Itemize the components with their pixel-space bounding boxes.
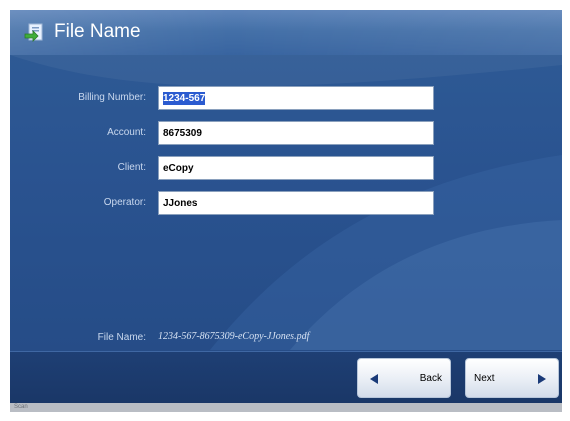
billing-number-value: 1234-567 (163, 91, 206, 105)
file-name-label: File Name: (97, 332, 146, 343)
back-button[interactable]: Back (357, 358, 451, 398)
window-title: File Name (54, 21, 141, 42)
status-bar: Scan (10, 403, 562, 412)
operator-input[interactable]: JJones (158, 191, 434, 215)
document-icon (24, 23, 43, 42)
file-name-preview: 1234-567-8675309-eCopy-JJones.pdf (158, 331, 310, 342)
account-input[interactable]: 8675309 (158, 121, 434, 145)
arrow-right-icon (538, 374, 546, 384)
next-button[interactable]: Next (465, 358, 559, 398)
billing-number-input[interactable]: 1234-567 (158, 86, 434, 110)
client-input[interactable]: eCopy (158, 156, 434, 180)
arrow-left-icon (370, 374, 378, 384)
billing-number-label: Billing Number: (78, 92, 146, 103)
client-value: eCopy (163, 162, 194, 174)
operator-label: Operator: (103, 197, 146, 208)
next-button-label: Next (474, 373, 495, 384)
status-text: Scan (14, 404, 28, 410)
account-value: 8675309 (163, 127, 202, 139)
file-name-window: File Name Billing Number: 1234-567 Accou… (10, 10, 562, 412)
back-button-label: Back (419, 373, 442, 384)
account-label: Account: (107, 127, 146, 138)
title-bar: File Name (10, 10, 562, 55)
client-label: Client: (117, 162, 146, 173)
operator-value: JJones (163, 197, 198, 209)
